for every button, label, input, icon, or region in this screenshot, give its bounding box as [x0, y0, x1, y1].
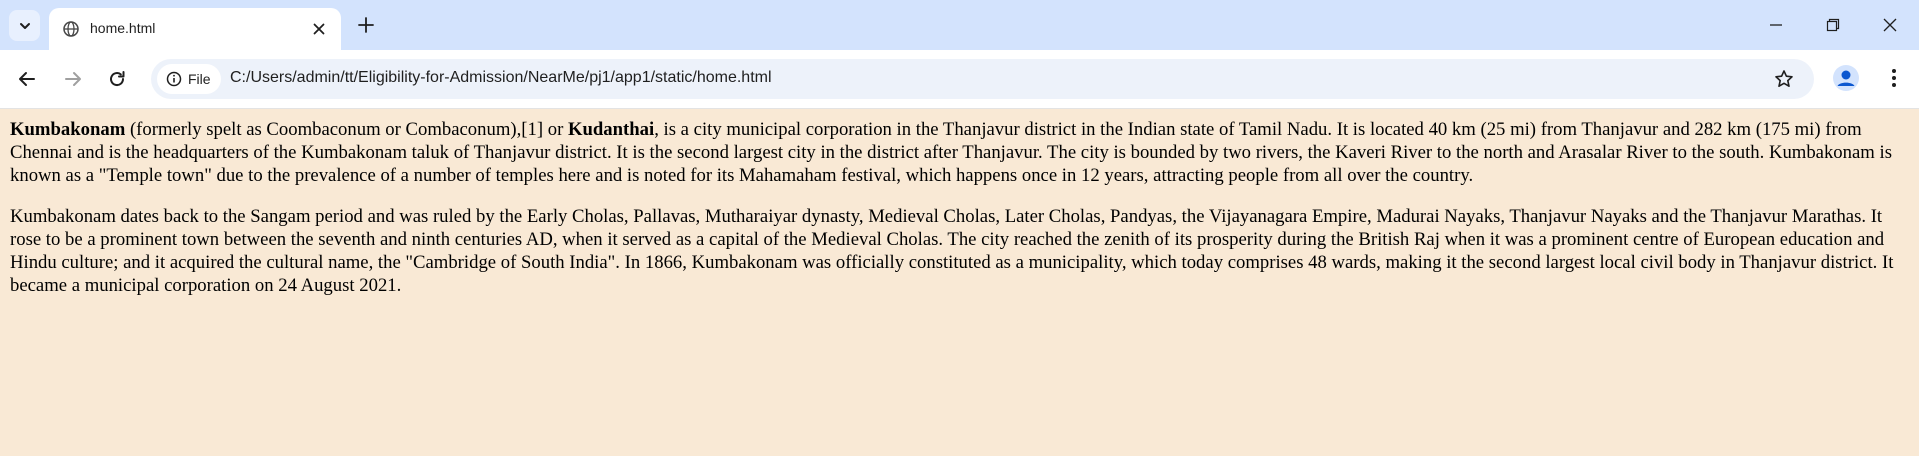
avatar-icon: [1833, 65, 1859, 91]
reload-icon: [110, 71, 125, 87]
back-button[interactable]: [13, 65, 41, 93]
tab-close-button[interactable]: [309, 19, 329, 39]
star-icon: [1775, 70, 1793, 87]
forward-button[interactable]: [59, 65, 87, 93]
minimize-button[interactable]: [1761, 10, 1791, 40]
tab-search-button[interactable]: [9, 10, 40, 41]
tab-title: home.html: [90, 20, 156, 36]
plus-icon: [358, 17, 374, 33]
active-tab[interactable]: home.html: [49, 8, 341, 50]
scheme-label: File: [188, 71, 211, 87]
paragraph-text: (formerly spelt as Coombaconum or Combac…: [125, 119, 568, 140]
reload-button[interactable]: [103, 65, 131, 93]
new-tab-button[interactable]: [354, 13, 378, 37]
url-text[interactable]: C:/Users/admin/tt/Eligibility-for-Admiss…: [230, 69, 772, 87]
forward-arrow-icon: [65, 72, 81, 86]
address-bar[interactable]: File C:/Users/admin/tt/Eligibility-for-A…: [151, 59, 1814, 99]
page-content: Kumbakonam (formerly spelt as Coombaconu…: [10, 109, 1910, 315]
restore-icon: [1826, 18, 1840, 32]
close-icon: [313, 23, 325, 35]
close-window-button[interactable]: [1875, 10, 1905, 40]
browser-toolbar: File C:/Users/admin/tt/Eligibility-for-A…: [0, 50, 1919, 109]
minimize-icon: [1770, 24, 1782, 26]
bookmark-button[interactable]: [1772, 67, 1796, 91]
tab-strip: home.html: [0, 0, 1919, 50]
restore-button[interactable]: [1818, 10, 1848, 40]
info-icon: [166, 71, 182, 87]
site-info-chip[interactable]: File: [157, 64, 221, 94]
paragraph-history: Kumbakonam dates back to the Sangam peri…: [10, 206, 1894, 296]
close-icon: [1883, 18, 1897, 32]
globe-icon: [63, 21, 79, 37]
alt-city-name: Kudanthai: [567, 119, 655, 140]
city-name: Kumbakonam: [10, 119, 126, 140]
back-arrow-icon: [19, 72, 35, 86]
browser-menu-button[interactable]: [1880, 64, 1908, 92]
profile-button[interactable]: [1832, 64, 1860, 92]
kebab-menu-icon: [1892, 69, 1896, 87]
chevron-down-icon: [19, 22, 30, 29]
paragraph-intro: Kumbakonam (formerly spelt as Coombaconu…: [10, 118, 1910, 187]
